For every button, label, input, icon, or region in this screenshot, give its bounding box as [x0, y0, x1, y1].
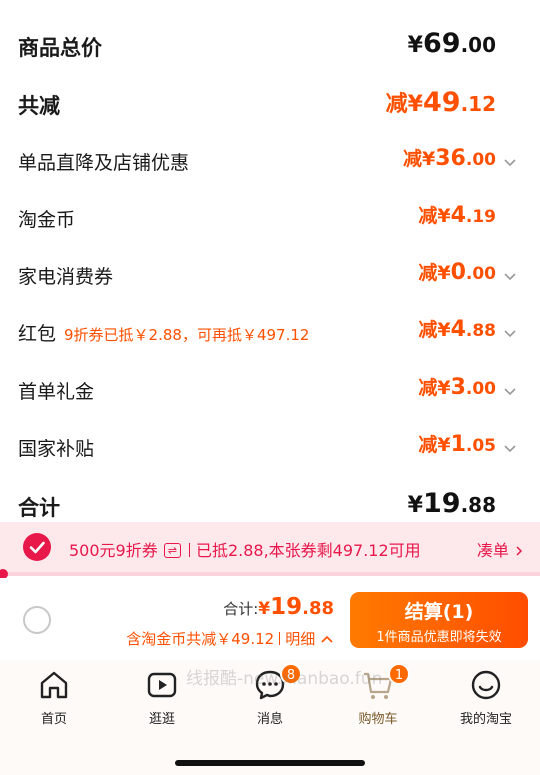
select-all-checkbox[interactable]: [23, 606, 51, 634]
discount-label: 单品直降及店铺优惠: [18, 152, 190, 174]
total-price-amount: ¥69.00: [407, 28, 496, 59]
discount-label: 国家补贴: [18, 438, 95, 460]
chevron-up-icon: [321, 635, 333, 643]
tab-home[interactable]: 首页: [14, 668, 94, 728]
home-icon: [40, 671, 68, 699]
cart-badge: 1: [388, 663, 410, 685]
chevron-down-icon[interactable]: [502, 440, 518, 456]
discount-row-coins: 淘金币 减¥4.19: [0, 199, 540, 239]
total-price-row: 商品总价 ¥69.00: [0, 26, 540, 66]
coupon-desc: 已抵2.88,本张券剩497.12可用: [195, 541, 421, 560]
red-packet-note: 9折券已抵￥2.88，可再抵￥497.12: [64, 326, 310, 344]
discount-amount: 减¥3.00: [418, 375, 496, 400]
discount-label: 首单礼金: [18, 381, 95, 403]
discount-row-red-packet[interactable]: 红包 9折券已抵￥2.88，可再抵￥497.12 减¥4.88: [0, 313, 540, 353]
home-indicator: [175, 760, 365, 766]
final-total-label: 合计: [18, 496, 60, 520]
discount-row-store[interactable]: 单品直降及店铺优惠 减¥36.00: [0, 142, 540, 182]
chevron-down-icon[interactable]: [502, 325, 518, 341]
checkout-bar: 合计:¥19.88 含淘金币共减￥49.12 明细 结算(1) 1件商品优惠即将失…: [0, 578, 540, 660]
discount-amount: 减¥4.19: [418, 203, 496, 228]
final-total-amount: ¥19.88: [407, 488, 496, 519]
add-items-link[interactable]: 凑单: [477, 537, 524, 561]
swap-icon[interactable]: ⇌: [163, 543, 181, 558]
total-price-label: 商品总价: [18, 36, 102, 60]
discount-row-national-subsidy[interactable]: 国家补贴 减¥1.05: [0, 428, 540, 468]
discount-label: 红包 9折券已抵￥2.88，可再抵￥497.12: [18, 323, 310, 345]
discount-amount: 减¥0.00: [418, 260, 496, 285]
discount-amount: 减¥1.05: [418, 432, 496, 457]
watermark-text: 线报酷-new.xianbao.fun: [186, 669, 383, 689]
divider: [188, 543, 190, 557]
coupon-name: 500元9折券: [69, 541, 158, 560]
total-reduce-row: 共减 减¥49.12: [0, 84, 540, 124]
checkbox-checked-icon[interactable]: [23, 533, 51, 561]
chevron-down-icon[interactable]: [502, 154, 518, 170]
total-reduce-amount: 减¥49.12: [385, 87, 496, 118]
chevron-down-icon[interactable]: [502, 268, 518, 284]
checkout-total: 合计:¥19.88: [223, 594, 334, 620]
chevron-right-icon: [516, 546, 523, 556]
coupon-progress-bar: [0, 569, 540, 579]
discount-label: 淘金币: [18, 209, 76, 231]
discount-row-first-order[interactable]: 首单礼金 减¥3.00: [0, 371, 540, 411]
tab-profile[interactable]: 我的淘宝: [446, 668, 526, 728]
total-reduce-label: 共减: [18, 94, 60, 118]
chevron-down-icon[interactable]: [502, 383, 518, 399]
coupon-bar[interactable]: 500元9折券 ⇌ 已抵2.88,本张券剩497.12可用 凑单: [0, 522, 540, 574]
coupon-info: 500元9折券 ⇌ 已抵2.88,本张券剩497.12可用: [69, 537, 421, 561]
discount-label: 家电消费券: [18, 266, 114, 288]
checkout-button[interactable]: 结算(1) 1件商品优惠即将失效: [350, 592, 528, 648]
final-total-row: 合计 ¥19.88: [0, 486, 540, 526]
play-icon: [147, 672, 177, 698]
discount-detail-link[interactable]: 含淘金币共减￥49.12 明细: [126, 628, 334, 649]
discount-amount: 减¥36.00: [403, 146, 496, 171]
discount-row-appliance-coupon[interactable]: 家电消费券 减¥0.00: [0, 256, 540, 296]
profile-icon: [471, 670, 501, 700]
discount-amount: 减¥4.88: [418, 317, 496, 342]
